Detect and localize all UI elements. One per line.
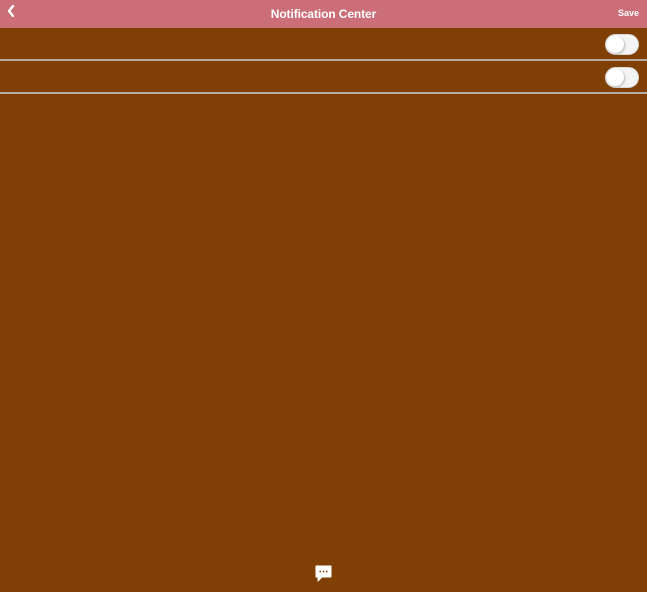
save-button[interactable]: Save [618, 8, 639, 18]
toggle-knob [607, 69, 624, 86]
page-title: Notification Center [270, 7, 377, 21]
chat-bubble-icon [314, 565, 333, 587]
back-button[interactable] [4, 3, 18, 23]
notification-setting-row [0, 28, 647, 61]
chat-button[interactable] [314, 564, 333, 583]
app-header: Notification Center Save [0, 0, 647, 28]
notification-toggle[interactable] [605, 34, 639, 55]
chevron-left-icon [7, 4, 15, 22]
notification-toggle[interactable] [605, 67, 639, 88]
notification-center-page: Notification Center Save [0, 0, 647, 592]
toggle-knob [607, 36, 624, 53]
notification-setting-row [0, 61, 647, 94]
